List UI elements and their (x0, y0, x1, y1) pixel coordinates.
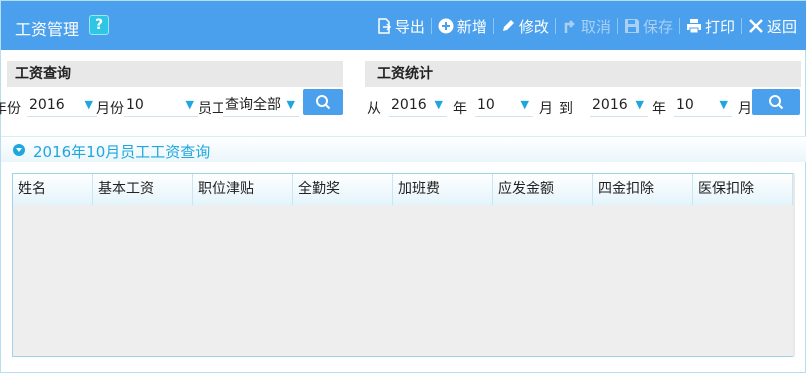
search-icon (316, 95, 331, 110)
year-value: 2016 (29, 97, 65, 113)
to-month-select[interactable]: 10 ▼ (674, 93, 732, 117)
dropdown-arrow-icon: ▼ (635, 98, 644, 111)
export-label: 导出 (394, 17, 425, 36)
column-header-base-salary[interactable]: 基本工资 (93, 174, 193, 205)
pencil-icon (502, 20, 514, 31)
plus-circle-icon (438, 18, 454, 34)
edit-label: 修改 (518, 17, 549, 36)
employee-select[interactable]: 查询全部 ▼ (223, 93, 299, 117)
to-label: 到 (559, 101, 573, 117)
to-month-value: 10 (676, 97, 694, 113)
column-header-name[interactable]: 姓名 (13, 174, 93, 205)
salary-query-panel: 工资查询 年份 2016 ▼ 月份 10 ▼ 员工 查询全部 ▼ (0, 61, 343, 127)
dropdown-arrow-icon: ▼ (84, 98, 93, 111)
toolbar-divider (430, 18, 432, 34)
column-header-position-allowance[interactable]: 职位津贴 (193, 174, 293, 205)
dropdown-arrow-icon: ▼ (185, 98, 194, 111)
save-icon (624, 19, 639, 33)
from-month-select[interactable]: 10 ▼ (475, 93, 533, 117)
query-panel-title: 工资查询 (7, 61, 343, 87)
employee-label-clip: 员工 (198, 98, 224, 118)
month-label: 月份 (96, 101, 124, 117)
export-icon (378, 18, 391, 34)
print-button[interactable]: 打印 (686, 16, 735, 37)
title-bar: 工资管理 ? 导出 新增 修改 取消 保存 打印 返回 (1, 1, 806, 50)
toolbar-divider (740, 18, 742, 34)
help-button[interactable]: ? (89, 15, 109, 35)
to-month-unit: 月 (738, 101, 752, 117)
stats-row: 从 2016 ▼ 年 10 ▼ 月 到 2016 ▼ 年 10 ▼ 月 (365, 87, 801, 127)
column-header-medical-deduction[interactable]: 医保扣除 (693, 174, 793, 205)
year-select[interactable]: 2016 ▼ (27, 93, 97, 117)
result-section-title: 2016年10月员工工资查询 (33, 143, 211, 161)
dropdown-arrow-icon: ▼ (434, 98, 443, 111)
to-year-value: 2016 (592, 97, 628, 113)
column-header-attendance-bonus[interactable]: 全勤奖 (293, 174, 393, 205)
from-month-value: 10 (477, 97, 495, 113)
salary-stats-panel: 工资统计 从 2016 ▼ 年 10 ▼ 月 到 2016 ▼ 年 10 ▼ 月 (365, 61, 801, 127)
dropdown-arrow-icon: ▼ (284, 93, 295, 116)
dropdown-arrow-icon: ▼ (520, 98, 529, 111)
from-label: 从 (367, 101, 381, 117)
query-search-button[interactable] (303, 89, 343, 115)
collapse-toggle-icon[interactable] (13, 144, 25, 156)
query-row: 年份 2016 ▼ 月份 10 ▼ 员工 查询全部 ▼ (0, 87, 343, 127)
toolbar-divider (554, 18, 556, 34)
printer-icon (686, 19, 701, 34)
toolbar: 导出 新增 修改 取消 保存 打印 返回 (376, 16, 797, 36)
to-year-select[interactable]: 2016 ▼ (590, 93, 648, 117)
back-label: 返回 (766, 17, 797, 36)
column-header-overtime-pay[interactable]: 加班费 (393, 174, 493, 205)
toolbar-divider (616, 18, 618, 34)
from-year-select[interactable]: 2016 ▼ (389, 93, 447, 117)
window-title: 工资管理 (15, 20, 80, 39)
from-year-value: 2016 (391, 97, 427, 113)
from-month-unit: 月 (539, 101, 553, 117)
table-header: 姓名 基本工资 职位津贴 全勤奖 加班费 应发金额 四金扣除 医保扣除 (13, 174, 794, 205)
stats-panel-title: 工资统计 (365, 61, 801, 87)
close-icon (749, 19, 763, 33)
to-year-unit: 年 (652, 101, 666, 117)
employee-label: 员工 (198, 101, 224, 117)
edit-button[interactable]: 修改 (500, 16, 549, 37)
save-label: 保存 (642, 17, 673, 36)
month-select[interactable]: 10 ▼ (124, 93, 198, 117)
from-year-unit: 年 (453, 101, 467, 117)
back-button[interactable]: 返回 (748, 16, 797, 37)
year-label: 年份 (0, 101, 21, 117)
employee-value: 查询全部 (225, 97, 281, 113)
add-label: 新增 (456, 17, 487, 36)
cancel-label: 取消 (580, 17, 611, 36)
stats-search-button[interactable] (752, 89, 800, 115)
result-section-header[interactable]: 2016年10月员工工资查询 (1, 136, 806, 162)
month-value: 10 (126, 97, 144, 113)
export-button[interactable]: 导出 (376, 16, 425, 37)
undo-icon (564, 20, 575, 33)
dropdown-arrow-icon: ▼ (719, 98, 728, 111)
save-button[interactable]: 保存 (624, 16, 673, 37)
salary-table: 姓名 基本工资 职位津贴 全勤奖 加班费 应发金额 四金扣除 医保扣除 (12, 173, 795, 357)
salary-window: 工资管理 ? 导出 新增 修改 取消 保存 打印 返回 工资查询 份 2016 … (0, 0, 806, 373)
toolbar-divider (678, 18, 680, 34)
column-header-fund-deduction[interactable]: 四金扣除 (593, 174, 693, 205)
table-scroll-edge (793, 173, 795, 357)
add-button[interactable]: 新增 (438, 16, 487, 37)
column-header-gross-pay[interactable]: 应发金额 (493, 174, 593, 205)
cancel-button[interactable]: 取消 (562, 16, 611, 37)
search-icon (769, 95, 784, 110)
print-label: 打印 (704, 17, 735, 36)
toolbar-divider (492, 18, 494, 34)
